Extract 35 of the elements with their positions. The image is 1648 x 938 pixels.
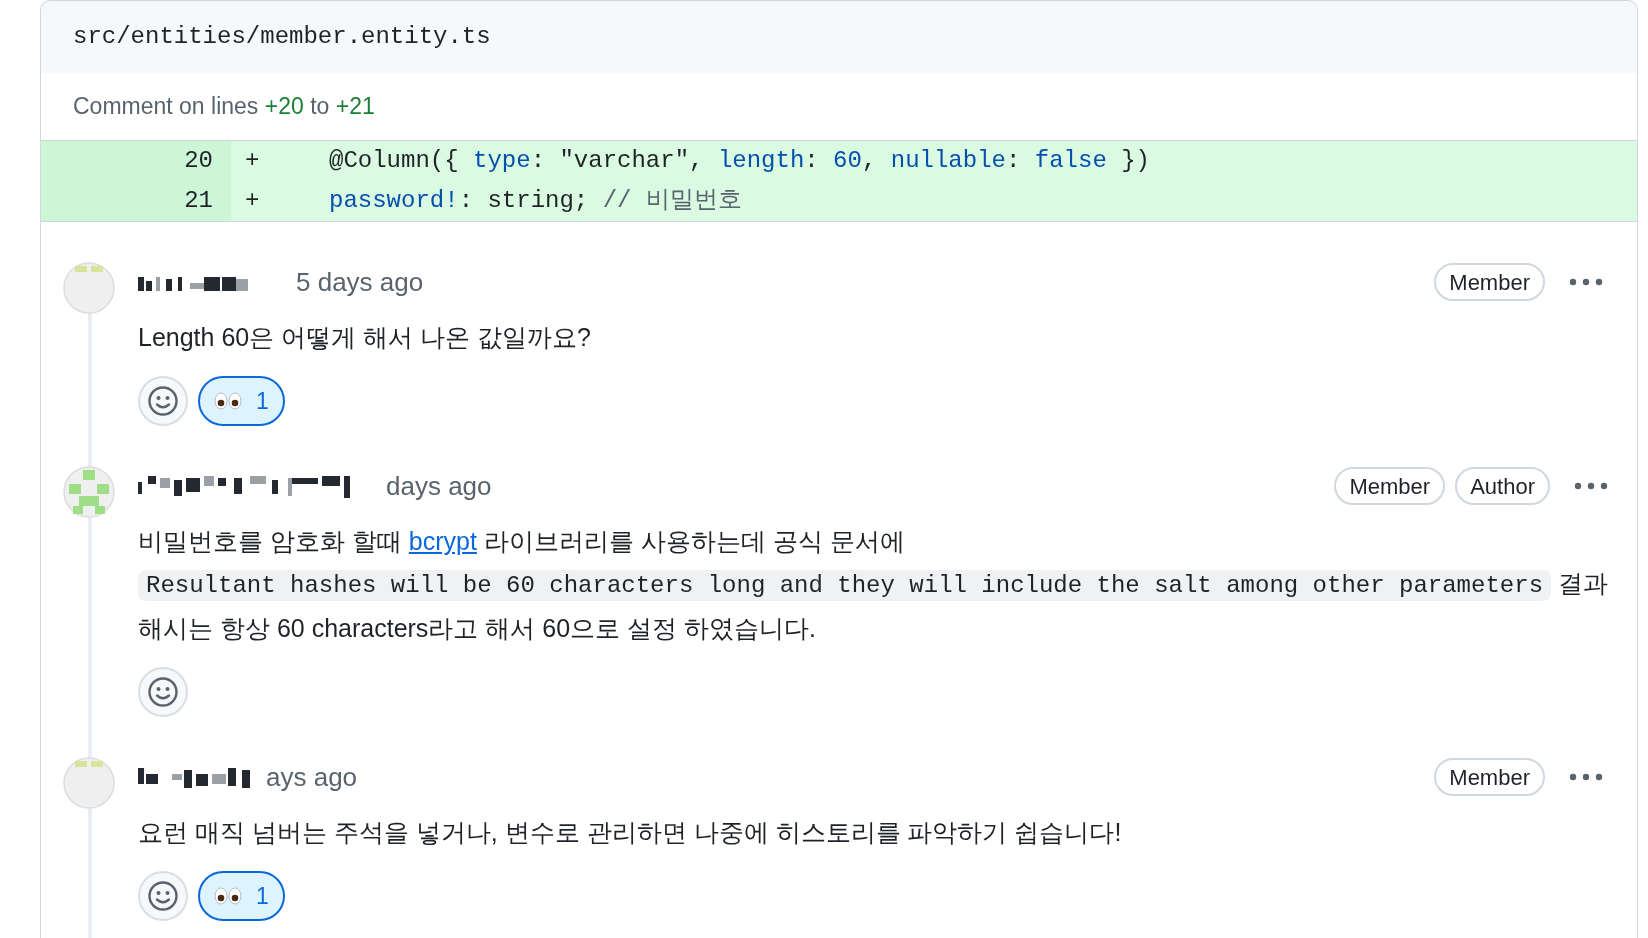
role-badge: Member: [1334, 467, 1446, 505]
code-line: @Column({ type: "varchar", length: 60, nullable: false }): [329, 146, 1150, 176]
add-reaction-button[interactable]: [138, 667, 188, 717]
more-options-icon[interactable]: [1569, 773, 1603, 781]
add-reaction-button[interactable]: [138, 376, 188, 426]
link[interactable]: bcrypt: [408, 527, 477, 555]
comment-range-text: Comment on lines +20 to +21: [73, 92, 375, 122]
role-badge: Member: [1434, 263, 1545, 301]
timestamp: days ago: [386, 469, 492, 503]
smiley-icon: [147, 676, 179, 708]
line-number: 20: [184, 146, 213, 176]
eyes-reaction-button[interactable]: 1: [198, 871, 285, 921]
eyes-icon: [214, 887, 242, 905]
comment-text: 비밀번호를 암호화 할때 bcrypt 라이브러리를 사용하는데 공식 문서에: [138, 526, 906, 557]
smiley-icon: [147, 385, 179, 417]
timestamp: 5 days ago: [296, 265, 424, 299]
more-options-icon[interactable]: [1569, 278, 1603, 286]
diff-sign: +: [245, 186, 261, 216]
role-badge: Author: [1455, 467, 1550, 505]
more-options-icon[interactable]: [1574, 482, 1608, 490]
comment-text: 요런 매직 넘버는 주석을 넣거나, 변수로 관리하면 나중에 히스토리를 파악하기 쉽습니다!: [138, 817, 1123, 848]
timestamp: ays ago: [266, 760, 358, 794]
smiley-icon: [147, 880, 179, 912]
add-reaction-button[interactable]: [138, 871, 188, 921]
comment-text: Resultant hashes will be 60 characters long and they will include the salt among other parameters 결과: [138, 562, 1608, 607]
diff-sign: +: [245, 146, 261, 176]
comment-text: 해시는 항상 60 characters라고 해서 60으로 설정 하였습니다.: [138, 613, 817, 644]
eyes-icon: [214, 392, 242, 410]
eyes-reaction-button[interactable]: 1: [198, 376, 285, 426]
code-line: password!: string; // 비밀번호: [329, 186, 742, 216]
file-path: src/entities/member.entity.ts: [73, 22, 491, 52]
comment-text: Length 60은 어떻게 해서 나온 값일까요?: [138, 322, 592, 353]
line-number: 21: [184, 186, 213, 216]
role-badge: Member: [1434, 758, 1545, 796]
inline-code: Resultant hashes will be 60 characters long and they will include the salt among other parameters: [138, 570, 1552, 601]
